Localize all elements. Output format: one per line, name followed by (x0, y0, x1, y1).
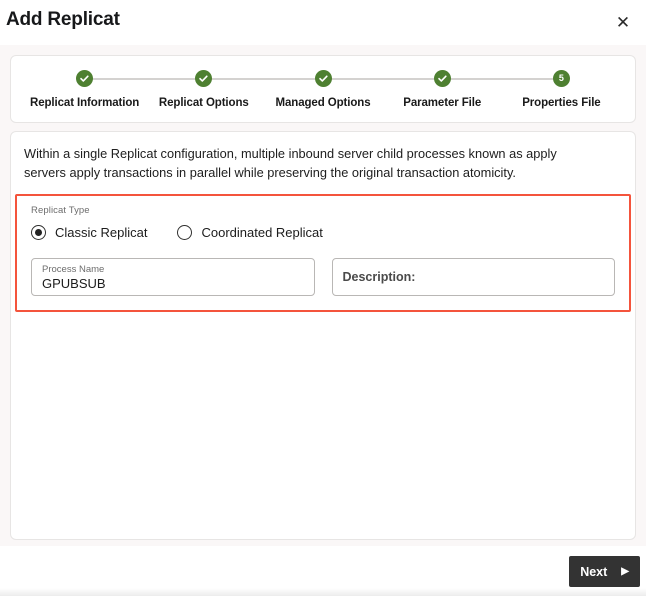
close-icon[interactable]: ✕ (610, 9, 636, 35)
check-icon (195, 70, 213, 87)
step-properties-file[interactable]: 5 Properties File (502, 56, 621, 124)
check-icon (314, 70, 332, 87)
check-icon (76, 70, 94, 87)
step-label: Replicat Options (158, 97, 249, 109)
footer-shadow (0, 588, 646, 596)
intro-description-text: Within a single Replicat configuration, … (24, 146, 557, 180)
replicat-type-label: Replicat Type (31, 205, 90, 217)
next-button[interactable]: Next ▶ (569, 556, 640, 587)
step-number: 5 (558, 73, 564, 83)
process-name-field[interactable]: Process Name (31, 258, 315, 297)
radio-mark-selected[interactable] (31, 225, 46, 241)
description-field[interactable]: Description: (331, 258, 615, 297)
next-button-label: Next (580, 564, 608, 579)
step-number-badge: 5 (552, 70, 570, 87)
step-connector (323, 78, 443, 80)
page-title: Add Replicat (6, 9, 120, 30)
replicat-type-section: Replicat Type Classic Replicat Coordinat… (15, 194, 631, 313)
fields-row: Process Name Description: (31, 258, 615, 297)
process-name-label: Process Name (42, 264, 105, 276)
step-label: Replicat Information (30, 97, 140, 109)
stepper-card: Replicat Information Replicat Options Ma… (10, 55, 636, 123)
step-connector (84, 78, 204, 80)
step-connector (203, 78, 323, 80)
step-replicat-information[interactable]: Replicat Information (25, 56, 204, 124)
radio-option-classic-replicat[interactable]: Classic Replicat (31, 225, 148, 241)
description-placeholder: Description: (342, 270, 416, 285)
step-replicat-options[interactable]: Replicat Options (144, 56, 323, 124)
dialog-content: Replicat Information Replicat Options Ma… (0, 45, 646, 546)
radio-mark-unselected[interactable] (177, 225, 193, 241)
radio-option-coordinated-replicat[interactable]: Coordinated Replicat (177, 225, 323, 241)
process-name-input[interactable] (42, 276, 304, 293)
stepper: Replicat Information Replicat Options Ma… (11, 56, 635, 124)
step-label: Managed Options (275, 97, 371, 109)
replicat-type-radio-group: Classic Replicat Coordinated Replicat (31, 225, 615, 241)
step-label: Properties File (522, 97, 601, 109)
radio-label: Coordinated Replicat (201, 225, 323, 241)
main-panel-card: Within a single Replicat configuration, … (10, 131, 636, 540)
step-parameter-file[interactable]: Parameter File (383, 56, 562, 124)
step-managed-options[interactable]: Managed Options (263, 56, 443, 124)
check-icon (433, 70, 451, 87)
dialog-header: Add Replicat ✕ (0, 0, 646, 45)
step-connector (442, 78, 562, 80)
radio-label: Classic Replicat (55, 225, 148, 241)
chevron-right-icon: ▶ (621, 565, 629, 577)
step-label: Parameter File (403, 97, 482, 109)
